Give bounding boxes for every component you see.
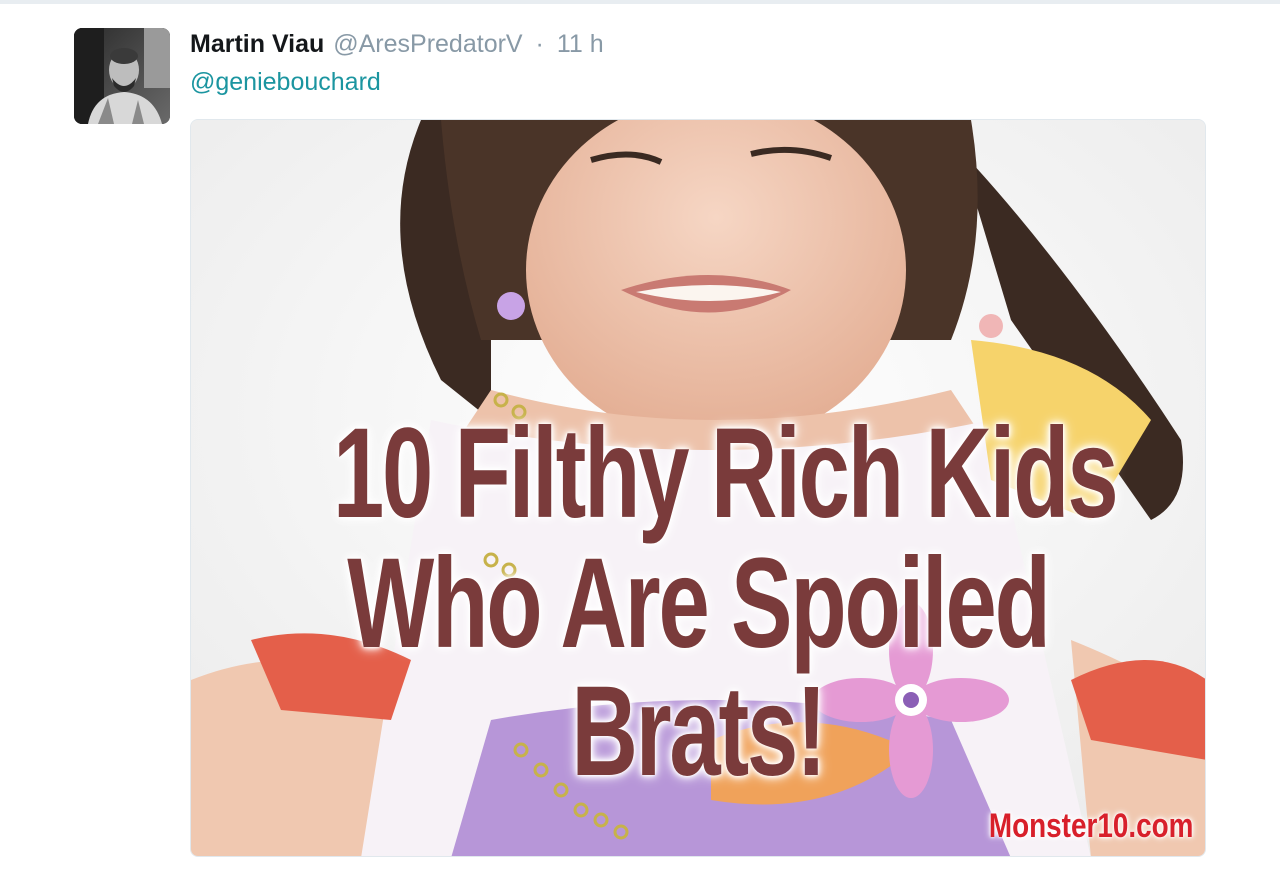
username[interactable]: @AresPredatorV bbox=[333, 30, 522, 58]
mention-link[interactable]: @geniebouchard bbox=[190, 66, 381, 98]
timestamp[interactable]: 11 h bbox=[557, 30, 604, 58]
separator: · bbox=[535, 30, 544, 58]
tweet-header: Martin Viau @AresPredatorV · 11 h bbox=[190, 28, 604, 60]
media-image[interactable]: 10 Filthy Rich Kids Who Are Spoiled Brat… bbox=[190, 119, 1206, 857]
avatar[interactable] bbox=[74, 28, 170, 124]
tweet[interactable]: Martin Viau @AresPredatorV · 11 h @genie… bbox=[0, 4, 1280, 870]
watermark: Monster10.com bbox=[988, 807, 1193, 845]
headline-line-1: 10 Filthy Rich Kids bbox=[332, 402, 1119, 545]
fullname[interactable]: Martin Viau bbox=[190, 30, 324, 58]
headline-line-2: Who Are Spoiled bbox=[347, 532, 1051, 675]
headline-line-3: Brats! bbox=[571, 660, 827, 803]
